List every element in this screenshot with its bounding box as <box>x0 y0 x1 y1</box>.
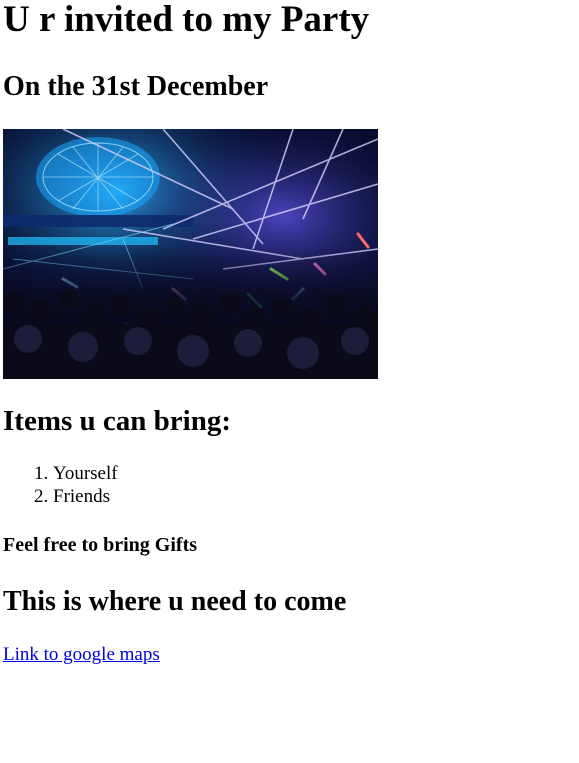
party-crowd-image <box>3 129 378 379</box>
gifts-note: Feel free to bring Gifts <box>3 534 198 556</box>
location-heading: This is where u need to come <box>3 586 347 617</box>
date-heading: On the 31st December <box>3 71 269 102</box>
list-item: Friends <box>53 485 118 508</box>
list-item: Yourself <box>53 462 118 485</box>
items-heading: Items u can bring: <box>3 405 231 437</box>
party-photo <box>3 129 378 379</box>
items-list: Yourself Friends <box>3 462 118 508</box>
google-maps-link[interactable]: Link to google maps <box>3 643 160 666</box>
page-title: U r invited to my Party <box>3 0 370 40</box>
